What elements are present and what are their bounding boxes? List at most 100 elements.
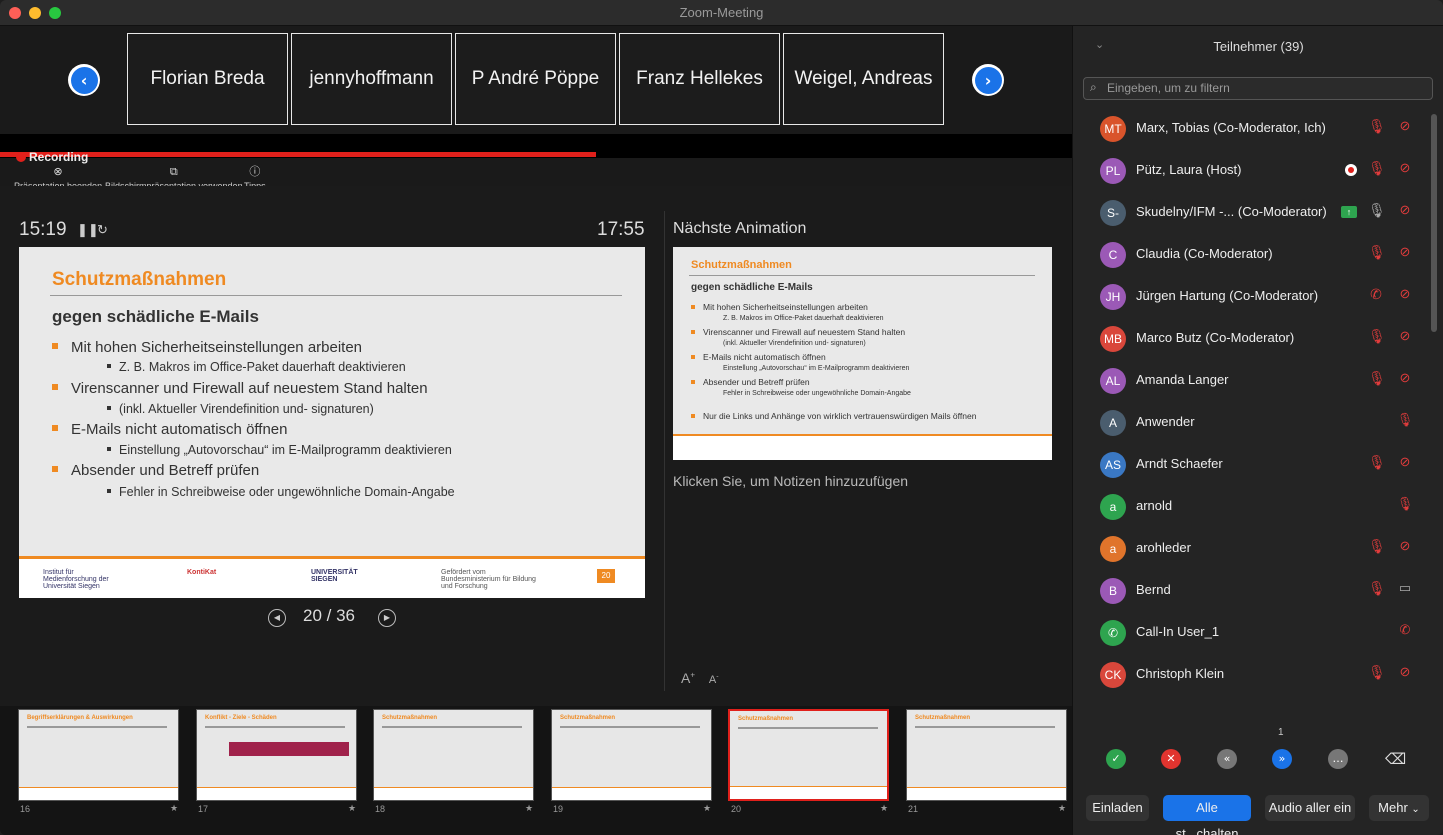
participant-name: Marco Butz (Co-Moderator) (1136, 330, 1295, 345)
bullet-square-icon (107, 489, 111, 493)
eraser-icon[interactable]: ⌫ (1385, 749, 1406, 769)
previous-slide-button[interactable]: ◀ (268, 609, 286, 627)
decrease-font-icon[interactable]: A- (709, 673, 719, 686)
unmute-all-button[interactable]: Audio aller ein (1265, 795, 1355, 821)
slide-thumbnail[interactable]: Schutzmaßnahmen (906, 709, 1067, 801)
slide-thumbnail[interactable]: Schutzmaßnahmen (551, 709, 712, 801)
video-off-icon[interactable]: ⊘ (1395, 244, 1415, 262)
thumbnail-title: Schutzmaßnahmen (738, 716, 794, 722)
video-tile[interactable]: P André Pöppe (455, 33, 616, 125)
participant-row[interactable]: a arohleder 🎙 ⊘ (1073, 527, 1433, 569)
mic-muted-icon[interactable]: 🎙 (1368, 118, 1386, 136)
mic-muted-icon[interactable]: 🎙 (1368, 160, 1386, 178)
slide-thumbnail-selected[interactable]: Schutzmaßnahmen (728, 709, 889, 801)
current-slide[interactable]: Schutzmaßnahmen gegen schädliche E-Mails… (19, 247, 645, 598)
participant-row[interactable]: JH Jürgen Hartung (Co-Moderator) ✆ ⊘ (1073, 275, 1433, 317)
thumbnail-footer (730, 786, 887, 799)
thumbnail-graphic (229, 742, 349, 756)
slide-bullet: Virenscanner und Firewall auf neuestem S… (691, 327, 905, 337)
increase-font-icon[interactable]: A+ (681, 670, 695, 686)
mic-icon[interactable]: 🎙 (1368, 202, 1386, 220)
bullet-square-icon (107, 447, 111, 451)
chevron-down-icon: ⌄ (1411, 804, 1420, 815)
participant-filter-input[interactable]: ⌕ Eingeben, um zu filtern (1083, 77, 1433, 100)
video-off-icon[interactable]: ⊘ (1395, 160, 1415, 178)
yes-icon[interactable]: ✓ (1106, 749, 1126, 769)
slide-thumbnail-strip: Begriffserklärungen & Auswirkungen 16 ★ K… (0, 706, 1072, 835)
faster-icon[interactable]: » (1272, 749, 1292, 769)
more-reactions-icon[interactable]: … (1328, 749, 1348, 769)
mic-muted-icon[interactable]: 🎙 (1368, 328, 1386, 346)
no-icon[interactable]: ✕ (1161, 749, 1181, 769)
mic-muted-icon[interactable]: 🎙 (1368, 664, 1386, 682)
mic-muted-icon[interactable]: 🎙 (1395, 496, 1415, 514)
video-off-icon[interactable]: ⊘ (1395, 538, 1415, 556)
participant-row[interactable]: B Bernd 🎙 ▭ (1073, 569, 1433, 611)
participant-name: arohleder (1136, 540, 1191, 555)
video-icon[interactable]: ▭ (1395, 580, 1415, 598)
invite-button[interactable]: Einladen (1086, 795, 1149, 821)
notes-area[interactable]: Klicken Sie, um Notizen hinzuzufügen (673, 473, 908, 489)
mic-muted-icon[interactable]: 🎙 (1368, 370, 1386, 388)
video-gallery: ‹ Florian Breda jennyhoffmann P André Pö… (0, 26, 1072, 134)
mic-muted-icon[interactable]: 🎙 (1368, 580, 1386, 598)
next-slide-button[interactable]: ▶ (378, 609, 396, 627)
avatar: PL (1100, 158, 1126, 184)
participant-row[interactable]: MT Marx, Tobias (Co-Moderator, Ich) 🎙 ⊘ (1073, 107, 1433, 149)
video-off-icon[interactable]: ⊘ (1395, 370, 1415, 388)
mic-muted-icon[interactable]: 🎙 (1368, 454, 1386, 472)
zoom-window: Zoom-Meeting ‹ Florian Breda jennyhoffma… (0, 0, 1443, 835)
more-button[interactable]: Mehr ⌄ (1369, 795, 1429, 821)
participant-name: Christoph Klein (1136, 666, 1225, 681)
participant-row[interactable]: AS Arndt Schaefer 🎙 ⊘ (1073, 443, 1433, 485)
mute-all-button[interactable]: Alle st...chalten (1163, 795, 1251, 835)
participant-row[interactable]: CK Christoph Klein 🎙 ⊘ (1073, 653, 1433, 695)
mic-muted-icon[interactable]: 🎙 (1368, 538, 1386, 556)
bullet-square-icon (691, 330, 695, 334)
participant-row[interactable]: C Claudia (Co-Moderator) 🎙 ⊘ (1073, 233, 1433, 275)
recording-indicator[interactable]: Recording (16, 150, 88, 164)
video-off-icon[interactable]: ⊘ (1395, 202, 1415, 220)
video-tile[interactable]: Florian Breda (127, 33, 288, 125)
thumbnail-footer (552, 787, 711, 800)
participant-row[interactable]: S- Skudelny/IFM -... (Co-Moderator) ↑ 🎙 ⊘ (1073, 191, 1433, 233)
video-off-icon[interactable]: ⊘ (1395, 454, 1415, 472)
slide-sub-bullet: Einstellung „Autovorschau“ im E-Mailprog… (107, 443, 452, 457)
bullet-text: Absender und Betreff prüfen (703, 377, 810, 387)
video-tile[interactable]: Franz Hellekes (619, 33, 780, 125)
title-bar: Zoom-Meeting (0, 0, 1443, 26)
slide-thumbnail[interactable]: Schutzmaßnahmen (373, 709, 534, 801)
mic-muted-icon[interactable]: 🎙 (1368, 244, 1386, 262)
participant-row[interactable]: ✆ Call-In User_1 ✆ (1073, 611, 1433, 653)
slide-thumbnail[interactable]: Konflikt - Ziele - Schäden (196, 709, 357, 801)
participants-scrollbar[interactable] (1431, 114, 1437, 332)
slide-page-number: 20 (597, 569, 615, 583)
phone-muted-icon[interactable]: ✆ (1395, 622, 1415, 640)
participant-row[interactable]: a arnold 🎙 (1073, 485, 1433, 527)
video-tile[interactable]: Weigel, Andreas (783, 33, 944, 125)
gallery-next-button[interactable]: › (972, 64, 1004, 96)
video-off-icon[interactable]: ⊘ (1395, 328, 1415, 346)
phone-muted-icon[interactable]: ✆ (1368, 286, 1384, 304)
video-off-icon[interactable]: ⊘ (1395, 118, 1415, 136)
participant-row[interactable]: A Anwender 🎙 (1073, 401, 1433, 443)
video-tile[interactable]: jennyhoffmann (291, 33, 452, 125)
thumbnail-title: Konflikt - Ziele - Schäden (205, 715, 277, 721)
more-label: Mehr (1378, 800, 1408, 815)
slide-sub-bullet: Z. B. Makros im Office-Paket dauerhaft d… (107, 360, 406, 374)
bullet-square-icon (691, 355, 695, 359)
pause-icon[interactable]: ❚❚ (77, 222, 99, 238)
gallery-prev-button[interactable]: ‹ (68, 64, 100, 96)
video-off-icon[interactable]: ⊘ (1395, 286, 1415, 304)
pane-divider[interactable] (664, 211, 665, 691)
slower-icon[interactable]: « (1217, 749, 1237, 769)
thumbnail-number: 18 (375, 804, 386, 814)
participant-row[interactable]: MB Marco Butz (Co-Moderator) 🎙 ⊘ (1073, 317, 1433, 359)
participant-row[interactable]: PL Pütz, Laura (Host) 🎙 ⊘ (1073, 149, 1433, 191)
slide-thumbnail[interactable]: Begriffserklärungen & Auswirkungen (18, 709, 179, 801)
participant-name: Pütz, Laura (Host) (1136, 162, 1242, 177)
video-off-icon[interactable]: ⊘ (1395, 664, 1415, 682)
participant-row[interactable]: AL Amanda Langer 🎙 ⊘ (1073, 359, 1433, 401)
mic-muted-icon[interactable]: 🎙 (1395, 412, 1415, 430)
reset-timer-icon[interactable]: ↻ (97, 222, 108, 238)
